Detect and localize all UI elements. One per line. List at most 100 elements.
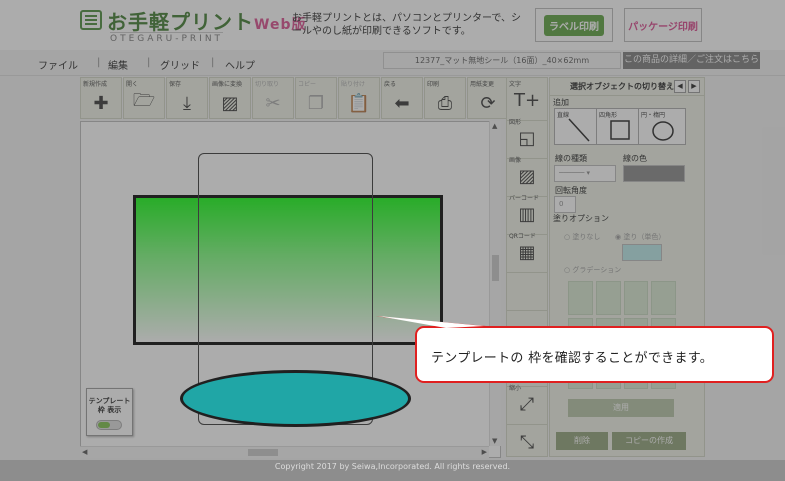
toggle-switch[interactable]: [96, 420, 122, 430]
scroll-left-icon[interactable]: ◀: [82, 448, 87, 456]
side-tool-3[interactable]: バーコード ▥: [507, 192, 547, 235]
side-tool-0[interactable]: 文字 T+: [507, 78, 547, 121]
copy-icon: ❐: [307, 92, 325, 114]
next-object-icon[interactable]: ▶: [688, 80, 700, 93]
shape-icon: ◱: [518, 128, 536, 149]
toolbar-label: 保存: [169, 81, 182, 88]
horizontal-scrollbar[interactable]: ◀ ▶: [80, 446, 489, 458]
side-tool-label: 図形: [509, 119, 522, 126]
logo-mark-icon: [80, 10, 102, 30]
scroll-up-icon[interactable]: ▲: [492, 122, 497, 130]
toolbar-label: 新規作成: [83, 81, 108, 88]
cyan-ellipse[interactable]: [180, 370, 411, 427]
menu-file[interactable]: ファイル: [38, 57, 78, 72]
panel-title: 選択オブジェクトの切り替え: [570, 82, 674, 91]
toolbar-button-7[interactable]: 戻る ⬅: [381, 77, 423, 119]
fill-none-radio[interactable]: ○ 塗りなし: [564, 232, 600, 242]
menu-separator: |: [147, 57, 151, 68]
toolbar-button-5: コピー ❐: [295, 77, 337, 119]
side-tool-8[interactable]: 縮小 ⤢: [507, 382, 547, 425]
tutorial-callout: テンプレートの 枠を確認することができます。: [415, 326, 774, 383]
toolbar-button-0[interactable]: 新規作成 ✚: [80, 77, 122, 119]
vertical-scroll-thumb[interactable]: [492, 255, 499, 281]
package-print-banner[interactable]: パッケージ印刷: [624, 8, 702, 42]
app-logo[interactable]: お手軽プリントWeb版 OTEGARU-PRINT: [80, 6, 305, 46]
footer: Copyright 2017 by Seiwa,Incorporated. Al…: [0, 460, 785, 481]
rotation-input[interactable]: 0: [554, 196, 576, 213]
tagline: お手軽プリントとは、パソコンとプリンターで、シールやのし紙が印刷できるソフトです…: [292, 13, 521, 37]
side-tool-1[interactable]: 図形 ◱: [507, 116, 547, 159]
vertical-scrollbar[interactable]: ▲ ▼: [489, 121, 501, 446]
main-toolbar: 新規作成 ✚ 開く 🗁 保存 ⤓ 画像に変換 ▨ 切り取り ✂ コピー ❐ 貼り付け 📋 戻る ⬅ 印刷 ⎙ 用紙変…: [80, 77, 510, 119]
picture-icon: ▨: [518, 166, 536, 187]
horizontal-scroll-thumb[interactable]: [248, 449, 278, 456]
scroll-right-icon[interactable]: ▶: [482, 448, 487, 456]
new-file-icon: ✚: [93, 92, 109, 114]
line-type-label: 線の種類: [555, 154, 587, 163]
swatch[interactable]: [623, 281, 649, 315]
toolbar-label: 貼り付け: [341, 81, 366, 88]
toggle-knob: [98, 422, 110, 428]
toolbar-button-2[interactable]: 保存 ⤓: [166, 77, 208, 119]
toolbar-button-1[interactable]: 開く 🗁: [123, 77, 165, 119]
side-tool-label: QRコード: [509, 233, 536, 240]
scissors-icon: ✂: [265, 92, 281, 114]
side-tool-label: 文字: [509, 81, 522, 88]
toolbar-label: コピー: [298, 81, 317, 88]
menu-separator: |: [211, 57, 215, 68]
toolbar-button-9[interactable]: 用紙変更 ⟳: [467, 77, 509, 119]
shape-square-button[interactable]: 四角形: [596, 108, 644, 145]
document-name: 12377_マット無地シール（16面）_40×62mm: [383, 52, 621, 69]
fill-option-label: 塗りオプション: [553, 214, 609, 223]
toolbar-button-8[interactable]: 印刷 ⎙: [424, 77, 466, 119]
shape-circle-button[interactable]: 円・楕円: [638, 108, 686, 145]
duplicate-button[interactable]: コピーの作成: [612, 432, 686, 450]
header: お手軽プリントWeb版 OTEGARU-PRINT お手軽プリントとは、パソコン…: [0, 0, 785, 50]
line-color-picker[interactable]: [623, 165, 685, 182]
side-tool-label: バーコード: [509, 195, 540, 202]
menu-help[interactable]: ヘルプ: [225, 57, 255, 72]
delete-button[interactable]: 削除: [556, 432, 608, 450]
logo-subtitle: OTEGARU-PRINT: [110, 32, 224, 44]
toolbar-label: 用紙変更: [470, 81, 495, 88]
apply-button[interactable]: 適用: [568, 399, 674, 417]
swatch[interactable]: [651, 281, 676, 315]
menu-grid[interactable]: グリッド: [160, 57, 200, 72]
barcode-icon: ▥: [518, 204, 536, 225]
fill-gradient-radio[interactable]: ○ グラデーション: [564, 265, 621, 275]
fill-color-picker[interactable]: [622, 244, 662, 261]
side-tool-label: 画像: [509, 157, 522, 164]
scroll-down-icon[interactable]: ▼: [492, 437, 497, 445]
label-print-banner[interactable]: ラベル印刷: [535, 8, 613, 42]
side-tool-5[interactable]: [507, 268, 547, 311]
shape-line-button[interactable]: 直線: [554, 108, 602, 145]
object-tools-column: 文字 T+ 図形 ◱ 画像 ▨ バーコード ▥ QRコード ▦ 縮小 ⤢ ⤡: [506, 77, 548, 463]
toolbar-label: 切り取り: [255, 81, 280, 88]
side-tool-2[interactable]: 画像 ▨: [507, 154, 547, 197]
toolbar-label: 開く: [126, 81, 139, 88]
swatch[interactable]: [568, 281, 593, 315]
toolbar-button-4: 切り取り ✂: [252, 77, 294, 119]
paste-icon: 📋: [347, 92, 371, 114]
back-arrow-icon: ⬅: [394, 92, 410, 114]
add-label: 追加: [553, 98, 569, 107]
swatch[interactable]: [595, 281, 621, 315]
product-detail-button[interactable]: この商品の詳細／ご注文はこちら: [623, 52, 760, 69]
toolbar-button-3[interactable]: 画像に変換 ▨: [209, 77, 251, 119]
template-frame-toggle[interactable]: テンプレート枠 表示: [86, 388, 133, 436]
prev-object-icon[interactable]: ◀: [674, 80, 686, 93]
qrcode-icon: ▦: [518, 242, 536, 263]
printer-icon: ⎙: [437, 92, 453, 114]
fill-solid-radio[interactable]: ◉ 塗り（単色）: [615, 232, 665, 242]
menu-separator: |: [97, 57, 101, 68]
refresh-icon: ⟳: [480, 92, 496, 114]
copyright: Copyright 2017 by Seiwa,Incorporated. Al…: [274, 462, 511, 471]
toolbar-label: 印刷: [427, 81, 440, 88]
image-icon: ▨: [221, 92, 239, 114]
text-add-icon: T+: [513, 90, 541, 111]
panel-header: 選択オブジェクトの切り替え ◀ ▶: [550, 78, 704, 96]
side-tool-9[interactable]: ⤡: [507, 420, 547, 463]
line-type-select[interactable]: ────── ▾: [554, 165, 616, 182]
side-tool-4[interactable]: QRコード ▦: [507, 230, 547, 273]
menu-edit[interactable]: 編集: [108, 57, 128, 72]
